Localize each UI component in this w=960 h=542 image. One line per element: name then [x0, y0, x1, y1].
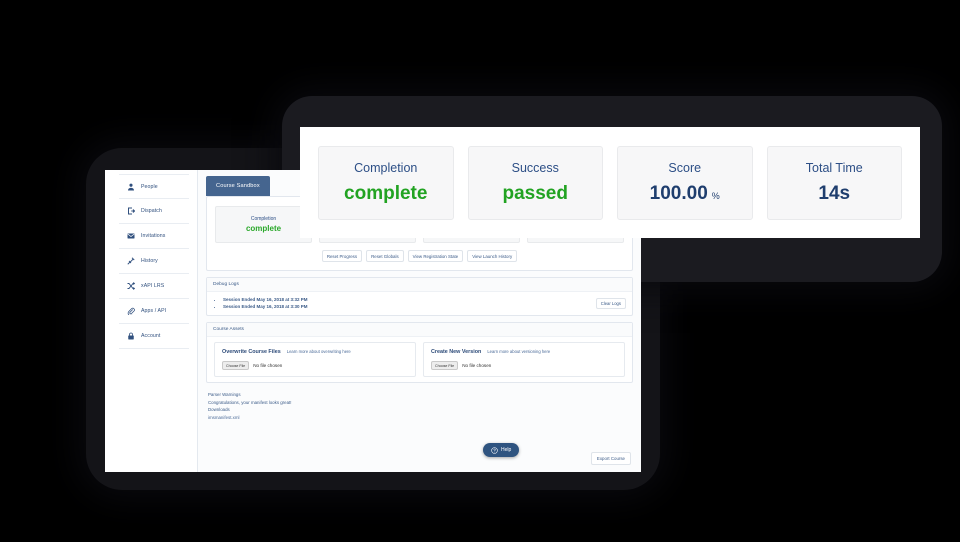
asset-header: Overwrite Course Files Learn more about … [222, 349, 408, 355]
question-circle-icon [491, 446, 498, 454]
status-card-label: Completion [250, 216, 277, 222]
sidebar-item-xapi-lrs[interactable]: xAPI LRS [119, 274, 189, 299]
sidebar-item-label: History [141, 258, 158, 264]
learn-more-overwriting-link[interactable]: Learn more about overwriting here [287, 349, 351, 354]
course-assets-section: Course Assets Overwrite Course Files Lea… [206, 322, 633, 383]
reset-progress-button[interactable]: Reset Progress [321, 250, 363, 262]
debug-logs-section: Debug Logs Session Ended May 16, 2018 at… [206, 277, 633, 316]
sidebar-item-label: Apps / API [141, 308, 167, 314]
magnified-overlay-panel: Completion complete Success passed Score… [300, 127, 920, 238]
learn-more-versioning-link[interactable]: Learn more about versioning here [487, 349, 550, 354]
sidebar-item-dispatch[interactable]: Dispatch [119, 199, 189, 224]
downloads-title: Downloads [208, 407, 230, 412]
overlay-card-value: passed [502, 182, 568, 204]
export-course-button[interactable]: Export Course [590, 452, 631, 465]
envelope-icon [127, 232, 135, 240]
overlay-card-success: Success passed [467, 145, 603, 220]
footer-text-block: Parser Warnings Congratulations, your ma… [206, 389, 633, 421]
course-assets-row: Overwrite Course Files Learn more about … [214, 342, 625, 377]
overlay-card-value: 14s [818, 182, 851, 204]
overlay-card-suffix: % [711, 190, 720, 201]
parser-warnings-title: Parser Warnings [208, 392, 241, 397]
overlay-card-completion: Completion complete [318, 145, 454, 220]
debug-logs-title: Debug Logs [207, 278, 632, 292]
sidebar-item-history[interactable]: History [119, 249, 189, 274]
parser-warnings-text: Congratulations, your manifest looks gre… [208, 399, 292, 405]
sidebar: People Dispatch Invitations History xAPI… [105, 170, 197, 472]
asset-title: Create New Version [431, 349, 482, 355]
overlay-card-value-group: 100.00% [650, 183, 720, 205]
overlay-card-score: Score 100.00% [617, 145, 753, 220]
lock-icon [127, 332, 135, 340]
downloads-file-link[interactable]: imsmanifest.xml [208, 414, 631, 422]
debug-logs-body: Session Ended May 16, 2018 at 3:32 PM Se… [207, 292, 632, 315]
clear-logs-button[interactable]: Clear Logs [595, 298, 626, 309]
overlay-card-value: 100.00 [649, 182, 708, 204]
paperclip-icon [127, 307, 135, 315]
asset-title: Overwrite Course Files [222, 349, 281, 355]
choose-file-button[interactable]: Choose File [431, 361, 459, 370]
overlay-card-label: Score [668, 160, 702, 175]
file-input-row[interactable]: Choose File No file chosen [222, 361, 408, 370]
status-card-value: complete [245, 224, 282, 233]
help-widget-label: Help [501, 447, 512, 453]
asset-header: Create New Version Learn more about vers… [431, 349, 617, 355]
reset-globals-button[interactable]: Reset Globals [366, 250, 404, 262]
status-card-completion: Completion complete [215, 206, 312, 243]
tab-course-sandbox[interactable]: Course Sandbox [206, 176, 270, 196]
sidebar-item-apps-api[interactable]: Apps / API [119, 299, 189, 324]
shuffle-icon [127, 282, 135, 290]
overwrite-course-files-card: Overwrite Course Files Learn more about … [214, 342, 416, 377]
screenshot-stage: People Dispatch Invitations History xAPI… [0, 0, 960, 542]
file-input-row[interactable]: Choose File No file chosen [431, 361, 617, 370]
choose-file-button[interactable]: Choose File [222, 361, 250, 370]
course-assets-body: Overwrite Course Files Learn more about … [207, 337, 632, 382]
sidebar-item-account[interactable]: Account [119, 324, 189, 349]
create-new-version-card: Create New Version Learn more about vers… [423, 342, 625, 377]
person-icon [127, 183, 135, 191]
pin-icon [127, 257, 135, 265]
sidebar-item-label: Account [141, 333, 161, 339]
overlay-card-label: Success [511, 160, 559, 175]
overlay-card-label: Total Time [805, 160, 863, 175]
file-status-label: No file chosen [253, 363, 283, 368]
sidebar-item-invitations[interactable]: Invitations [119, 224, 189, 249]
overlay-card-value: complete [344, 182, 428, 204]
view-launch-history-button[interactable]: View Launch History [467, 250, 518, 262]
debug-log-list: Session Ended May 16, 2018 at 3:32 PM Se… [214, 297, 625, 310]
course-assets-title: Course Assets [207, 323, 632, 337]
sidebar-item-label: People [141, 183, 158, 190]
sidebar-item-label: Invitations [141, 233, 166, 239]
dispatch-icon [127, 207, 135, 215]
overlay-card-total-time: Total Time 14s [766, 145, 902, 220]
overlay-card-label: Completion [354, 160, 418, 175]
file-status-label: No file chosen [462, 363, 492, 368]
sidebar-item-label: xAPI LRS [141, 283, 165, 289]
help-widget-button[interactable]: Help [483, 443, 520, 457]
view-registration-state-button[interactable]: View Registration State [407, 250, 464, 262]
list-item: Session Ended May 16, 2018 at 3:30 PM [223, 304, 625, 311]
action-button-row: Reset Progress Reset Globals View Regist… [207, 250, 632, 270]
sidebar-item-people[interactable]: People [119, 174, 189, 199]
sidebar-item-label: Dispatch [141, 208, 162, 214]
